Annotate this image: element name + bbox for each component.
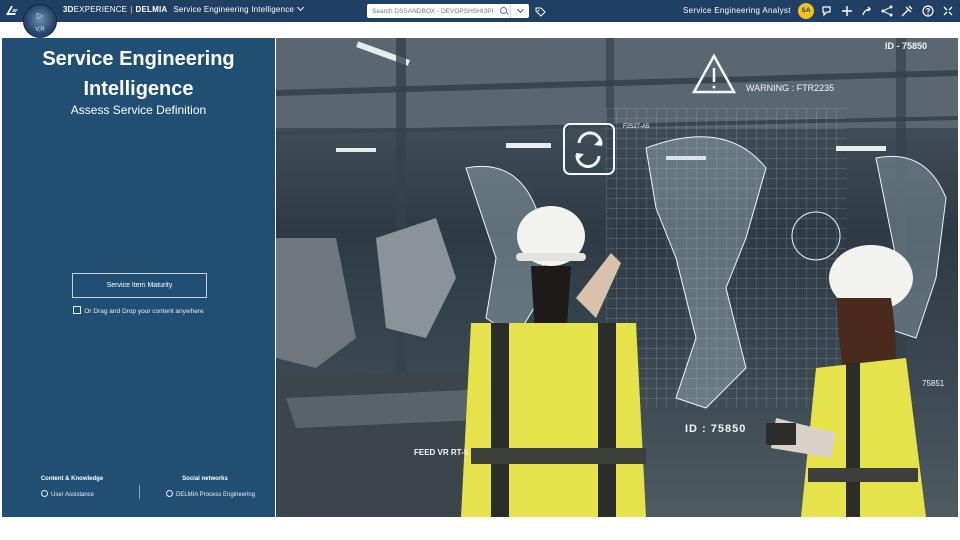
search-box[interactable] [367, 4, 529, 18]
service-item-maturity-button[interactable]: Service Item Maturity [72, 273, 207, 298]
tools-icon[interactable] [900, 4, 914, 18]
search-icon[interactable] [500, 7, 507, 14]
footer-heading-social: Social networks [182, 476, 228, 482]
drag-drop-text: Or Drag and Drop your content anywhere [84, 308, 204, 315]
share-network-icon[interactable] [880, 4, 894, 18]
page-subtitle: Assess Service Definition [70, 103, 207, 117]
app-name: Service Engineering Intelligence [173, 5, 295, 14]
share-icon[interactable] [860, 4, 874, 18]
footer-divider [139, 485, 140, 499]
tag-icon[interactable] [535, 5, 546, 17]
help-icon[interactable] [921, 4, 935, 18]
brand-separator: | [130, 5, 133, 14]
compass-version: V,R [35, 27, 45, 33]
avatar[interactable]: SA [798, 3, 814, 19]
compass-icon[interactable]: ▷ V,R [23, 4, 57, 38]
footer-content-knowledge: Content & Knowledge User Assistance [22, 476, 122, 498]
search-input[interactable] [367, 4, 500, 18]
brand-experience: EXPERIENCE [73, 5, 128, 14]
top-bar: 3DEXPERIENCE | DELMIA Service Engineering I… [0, 0, 960, 22]
drag-drop-hint[interactable]: Or Drag and Drop your content anywhere [2, 305, 275, 315]
hero-image: ID - 75850 WARNING : FTR2235 F2527-A5 FE… [276, 38, 958, 517]
app-brand[interactable]: 3DEXPERIENCE | DELMIA Service Engineering I… [63, 3, 305, 14]
search-scope-dropdown[interactable] [510, 4, 530, 18]
brand-3d: 3D [63, 5, 74, 14]
hud-part-code: F2527-A5 [623, 124, 650, 130]
3ds-logo-icon[interactable] [4, 3, 20, 19]
delmia-process-engineering-link[interactable]: DELMIA Process Engineering [150, 489, 260, 498]
notifications-icon[interactable] [820, 4, 834, 18]
brand-product: DELMIA [135, 5, 168, 14]
hud-id-top: ID - 75850 [885, 41, 928, 51]
footer-heading-content: Content & Knowledge [40, 476, 104, 482]
page-title: Service Engineering Intelligence [42, 48, 235, 100]
chevron-down-icon[interactable] [297, 3, 305, 12]
help-circle-icon [41, 490, 48, 497]
factory-illustration [276, 38, 958, 517]
collapse-icon[interactable] [941, 4, 955, 18]
footer-social-networks: Social networks DELMIA Process Engineeri… [150, 476, 260, 498]
delmia-process-engineering-label: DELMIA Process Engineering [176, 492, 256, 498]
drag-drop-icon [73, 306, 82, 314]
community-icon [166, 490, 173, 497]
hud-feed: FEED VR RT-5 [414, 448, 469, 457]
user-assistance-label: User Assistance [51, 492, 95, 498]
hud-warning: WARNING : FTR2235 [746, 83, 835, 93]
user-assistance-link[interactable]: User Assistance [22, 489, 122, 498]
add-icon[interactable] [840, 4, 854, 18]
hud-code-right: 75851 [922, 379, 945, 388]
hud-id-bottom: ID : 75850 [685, 423, 747, 435]
user-role[interactable]: Service Engineering Analyst [683, 6, 791, 15]
left-panel: Service Engineering Intelligence Assess … [2, 38, 275, 517]
